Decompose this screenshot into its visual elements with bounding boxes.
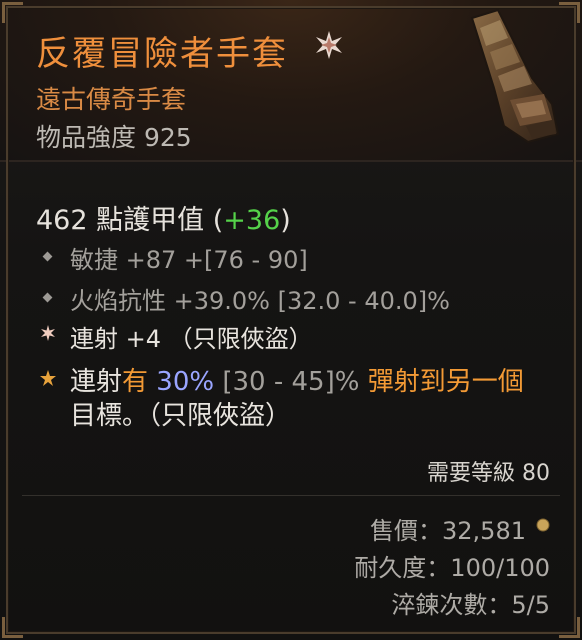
armor-value-text: 462 點護甲值 — [36, 205, 205, 236]
legendary-aspect-icon — [40, 370, 56, 386]
durability: 耐久度：100/100 — [354, 554, 550, 582]
temper-count: 淬鍊次數：5/5 — [391, 591, 550, 619]
armor-delta-close: ) — [280, 205, 291, 236]
greater-affix-icon — [41, 325, 55, 341]
armor-delta-open: ( — [212, 205, 224, 236]
legendary-aspect-line-2: 目標。（只限俠盜） — [70, 401, 292, 431]
legendary-star-icon — [316, 31, 342, 59]
frame-corner — [2, 617, 23, 638]
sell-value: 售價：32,581 — [370, 517, 526, 545]
level-requirement: 需要等級 80 — [427, 461, 550, 486]
armor-delta: +36 — [223, 205, 281, 236]
frame-corner — [559, 617, 580, 638]
item-type: 遠古傳奇手套 — [36, 85, 187, 114]
item-name: 反覆冒險者手套 — [36, 34, 288, 74]
aspect-skill: 連射 — [70, 367, 123, 397]
armor-value: 462 點護甲值 (+36) — [36, 198, 291, 237]
affix-line: 火焰抗性 +39.0% [32.0 - 40.0]% — [70, 287, 450, 315]
aspect-range: [30 - 45]% — [222, 367, 360, 397]
item-tooltip: 反覆冒險者手套 遠古傳奇手套 物品強度 925 462 點護甲值 (+36) 敏… — [0, 0, 582, 640]
gold-coin-icon — [536, 518, 550, 532]
legendary-aspect-line-1: 連射有 30% [30 - 45]% 彈射到另一個 — [70, 361, 524, 398]
aspect-text-2: 彈射到另一個 — [367, 367, 524, 397]
gauntlet-icon — [470, 8, 560, 144]
affix-bullet-icon — [42, 251, 53, 262]
aspect-value: 30% — [156, 367, 215, 397]
affix-line: 敏捷 +87 +[76 - 90] — [70, 246, 308, 274]
item-power: 物品強度 925 — [36, 123, 192, 152]
divider — [22, 495, 560, 496]
affix-line: 連射 +4 （只限俠盜） — [70, 325, 313, 353]
affix-bullet-icon — [42, 292, 53, 303]
aspect-text: 有 — [122, 367, 149, 397]
